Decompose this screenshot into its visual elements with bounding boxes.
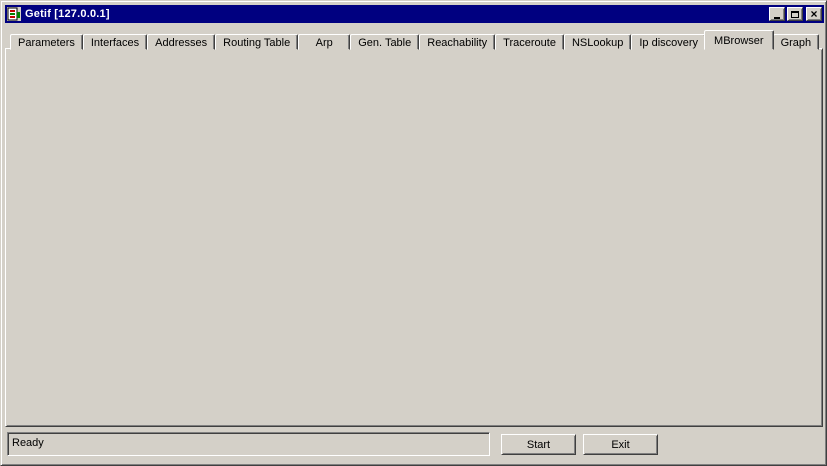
window-title: Getif [127.0.0.1] (25, 8, 769, 20)
tab-label: Ip discovery (639, 37, 698, 49)
mbrowser-panel (5, 48, 823, 427)
tab-label: Routing Table (223, 37, 290, 49)
status-box: Ready (7, 432, 490, 456)
tab-label: Addresses (155, 37, 207, 49)
close-button[interactable]: × (806, 7, 822, 21)
close-icon: × (810, 8, 817, 20)
minimize-icon (774, 17, 780, 19)
tab-gen-table[interactable]: Gen. Table (350, 34, 419, 50)
tab-routing-table[interactable]: Routing Table (215, 34, 298, 50)
tab-reachability[interactable]: Reachability (419, 34, 495, 50)
app-icon (7, 7, 21, 21)
tab-bar: Parameters Interfaces Addresses Routing … (10, 30, 819, 50)
tab-addresses[interactable]: Addresses (147, 34, 215, 50)
tab-nslookup[interactable]: NSLookup (564, 34, 631, 50)
title-bar: Getif [127.0.0.1] × (5, 5, 824, 23)
app-window: Getif [127.0.0.1] × Parameters Interface… (0, 0, 827, 466)
maximize-icon (791, 11, 799, 18)
minimize-button[interactable] (769, 7, 785, 21)
maximize-button[interactable] (787, 7, 803, 21)
tab-mbrowser[interactable]: MBrowser (704, 30, 774, 50)
tab-arp[interactable]: Arp (298, 34, 350, 50)
tab-traceroute[interactable]: Traceroute (495, 34, 564, 50)
tab-parameters[interactable]: Parameters (10, 34, 83, 50)
tab-label: MBrowser (714, 35, 764, 47)
tab-ip-discovery[interactable]: Ip discovery (631, 34, 706, 50)
tab-label: NSLookup (572, 37, 623, 49)
tab-label: Interfaces (91, 37, 139, 49)
tab-label: Parameters (18, 37, 75, 49)
tab-label: Gen. Table (358, 37, 411, 49)
exit-button[interactable]: Exit (583, 434, 658, 455)
start-button[interactable]: Start (501, 434, 576, 455)
tab-label: Arp (316, 37, 333, 49)
tab-interfaces[interactable]: Interfaces (83, 34, 147, 50)
tab-label: Reachability (427, 37, 487, 49)
tab-label: Traceroute (503, 37, 556, 49)
tab-graph[interactable]: Graph (773, 34, 820, 50)
tab-label: Graph (781, 37, 812, 49)
